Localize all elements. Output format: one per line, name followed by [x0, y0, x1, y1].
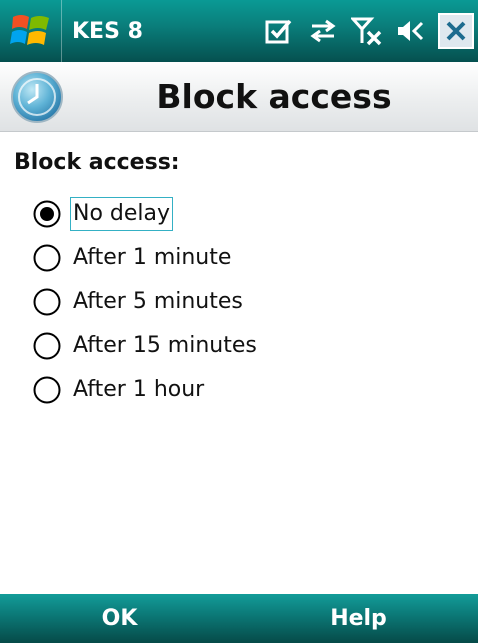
radio-unselected-icon[interactable]: [32, 331, 62, 361]
radio-unselected-icon[interactable]: [32, 243, 62, 273]
help-button[interactable]: Help: [239, 594, 478, 643]
screen: KES 8 Block access Block access: No dela…: [0, 0, 478, 643]
radio-unselected-icon[interactable]: [32, 375, 62, 405]
option-after-5-minutes[interactable]: After 5 minutes: [32, 280, 452, 324]
option-label[interactable]: After 15 minutes: [70, 329, 260, 363]
option-label[interactable]: After 5 minutes: [70, 285, 246, 319]
section-label: Block access:: [14, 150, 180, 175]
status-bar: KES 8: [0, 0, 478, 62]
option-after-15-minutes[interactable]: After 15 minutes: [32, 324, 452, 368]
option-after-1-hour[interactable]: After 1 hour: [32, 368, 452, 412]
status-icons: [252, 0, 478, 62]
option-no-delay[interactable]: No delay: [32, 192, 452, 236]
softkey-bar: OK Help: [0, 594, 478, 643]
option-after-1-minute[interactable]: After 1 minute: [32, 236, 452, 280]
signal-off-icon[interactable]: [350, 14, 384, 48]
sync-arrows-icon[interactable]: [306, 14, 340, 48]
title-bar: Block access: [0, 62, 478, 132]
option-label[interactable]: No delay: [70, 197, 174, 231]
close-icon[interactable]: [438, 13, 474, 49]
option-label[interactable]: After 1 minute: [70, 241, 234, 275]
option-label[interactable]: After 1 hour: [70, 373, 207, 407]
notification-check-icon[interactable]: [262, 14, 296, 48]
page-title: Block access: [156, 77, 392, 116]
ok-button[interactable]: OK: [0, 594, 239, 643]
windows-start-icon[interactable]: [0, 0, 62, 62]
app-title: KES 8: [72, 18, 143, 44]
radio-unselected-icon[interactable]: [32, 287, 62, 317]
clock-back-icon[interactable]: [10, 70, 64, 124]
volume-icon[interactable]: [394, 14, 428, 48]
delay-options: No delay After 1 minute After 5 minutes …: [32, 192, 452, 412]
radio-selected-icon[interactable]: [32, 199, 62, 229]
